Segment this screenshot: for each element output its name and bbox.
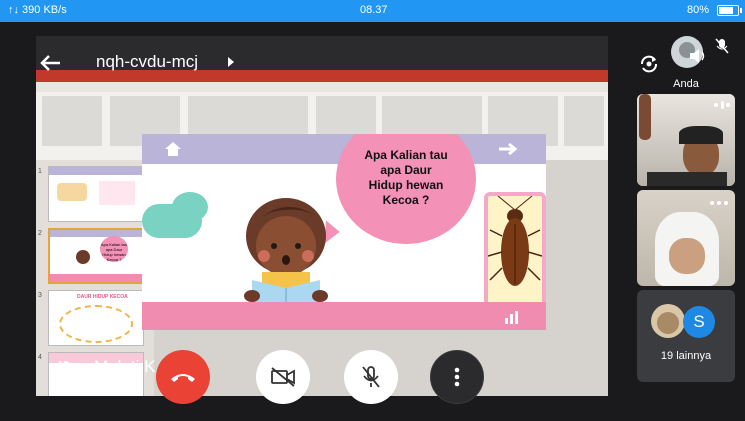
speaker-icon bbox=[690, 49, 705, 63]
others-count: 19 lainnya bbox=[660, 350, 712, 362]
slide-footer-band bbox=[142, 302, 546, 330]
participant-tile-2[interactable] bbox=[637, 190, 735, 286]
more-horiz-icon[interactable] bbox=[709, 200, 729, 206]
avatar-initial: S bbox=[683, 306, 715, 338]
slide-thumbnail-1[interactable] bbox=[48, 166, 144, 222]
phone-hangup-icon bbox=[171, 374, 195, 382]
cockroach-icon bbox=[487, 195, 543, 286]
chevron-right-icon[interactable] bbox=[226, 56, 236, 68]
ppt-ribbon-tabs bbox=[36, 82, 608, 92]
home-icon[interactable] bbox=[164, 141, 182, 157]
hang-up-button[interactable] bbox=[156, 350, 210, 404]
slide-thumbnail-3[interactable]: DAUR HIDUP KECOA bbox=[48, 290, 144, 346]
mic-off-icon bbox=[715, 38, 729, 54]
participant-tile-1[interactable] bbox=[637, 94, 735, 186]
more-options-button[interactable] bbox=[430, 350, 484, 404]
presenter-name: Melati K bbox=[94, 357, 156, 376]
status-bar: ↑↓ 390 KB/s 08.37 80% bbox=[0, 0, 745, 22]
mic-off-icon bbox=[58, 360, 74, 376]
next-arrow-icon[interactable] bbox=[498, 143, 520, 155]
camera-toggle-button[interactable] bbox=[256, 350, 310, 404]
chart-icon bbox=[505, 311, 518, 324]
battery-icon bbox=[717, 5, 742, 16]
self-tile[interactable]: Anda bbox=[637, 34, 735, 90]
clock: 08.37 bbox=[360, 4, 388, 16]
question-bubble: Apa Kalian tau apa Daur Hidup hewan Keco… bbox=[336, 134, 476, 244]
mic-toggle-button[interactable] bbox=[344, 350, 398, 404]
self-label: Anda bbox=[673, 78, 699, 90]
mic-off-icon bbox=[362, 366, 380, 388]
others-tile[interactable]: S 19 lainnya bbox=[637, 290, 735, 382]
current-slide: Apa Kalian tau apa Daur Hidup hewan Keco… bbox=[142, 134, 546, 330]
meeting-code[interactable]: nqh-cvdu-mcj bbox=[96, 52, 198, 72]
question-text: Apa Kalian tau apa Daur Hidup hewan Keco… bbox=[364, 148, 448, 207]
camera-off-icon bbox=[271, 367, 295, 387]
child-reading-illustration bbox=[244, 198, 328, 308]
slide-thumbnail-2[interactable]: Apa Kalian tau apa Daur Hidup hewan Keco… bbox=[48, 228, 144, 284]
battery-percent: 80% bbox=[686, 4, 709, 16]
audio-level-icon bbox=[714, 101, 730, 109]
back-arrow-icon[interactable] bbox=[40, 54, 62, 72]
network-speed: ↑↓ 390 KB/s bbox=[8, 4, 67, 16]
more-vert-icon bbox=[454, 367, 460, 387]
avatar bbox=[651, 304, 685, 338]
cockroach-picture bbox=[484, 192, 546, 308]
